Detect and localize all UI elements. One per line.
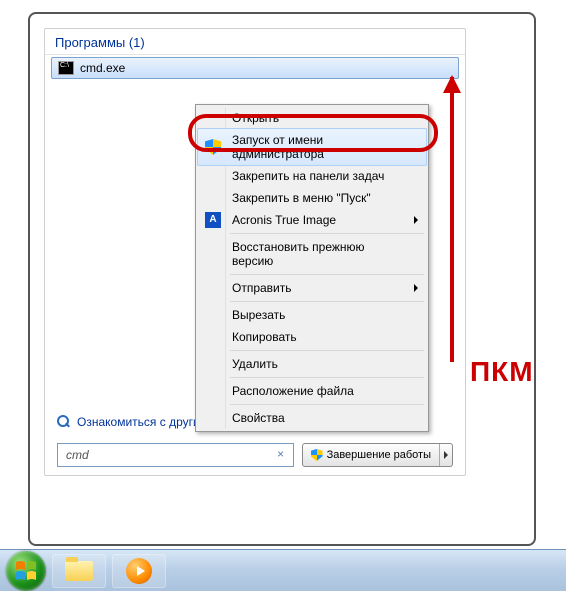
shield-icon	[311, 449, 323, 461]
cm-open[interactable]: Открыть	[198, 107, 426, 129]
annotation-label: ПКМ	[470, 356, 534, 388]
shutdown-button[interactable]: Завершение работы	[302, 443, 453, 467]
cmd-icon	[58, 61, 74, 75]
result-cmd-exe[interactable]: cmd.exe	[51, 57, 459, 79]
cm-separator	[230, 350, 424, 351]
annotation-arrow	[450, 77, 454, 362]
cm-restore[interactable]: Восстановить прежнюю версию	[198, 236, 426, 272]
cm-cut[interactable]: Вырезать	[198, 304, 426, 326]
acronis-icon: A	[205, 212, 221, 228]
search-input[interactable]	[66, 448, 273, 462]
cm-acronis[interactable]: A Acronis True Image	[198, 209, 426, 231]
bottom-bar: × Завершение работы	[57, 443, 453, 467]
search-icon	[57, 415, 71, 429]
windows-logo-icon	[14, 559, 38, 583]
cm-separator	[230, 301, 424, 302]
media-player-icon	[126, 558, 152, 584]
context-menu: Открыть Запуск от имени администратора З…	[195, 104, 429, 432]
uac-shield-icon	[205, 139, 221, 155]
cm-separator	[230, 377, 424, 378]
result-label: cmd.exe	[80, 61, 125, 75]
clear-search-icon[interactable]: ×	[273, 447, 289, 463]
search-box[interactable]: ×	[57, 443, 294, 467]
folder-icon	[65, 561, 93, 581]
start-button[interactable]	[6, 551, 46, 591]
start-menu-window: Программы (1) cmd.exe Ознакомиться с дру…	[28, 12, 536, 546]
submenu-arrow-icon	[414, 284, 418, 292]
submenu-arrow-icon	[414, 216, 418, 224]
cm-separator	[230, 274, 424, 275]
cm-pin-start[interactable]: Закрепить в меню "Пуск"	[198, 187, 426, 209]
cm-delete[interactable]: Удалить	[198, 353, 426, 375]
taskbar-explorer[interactable]	[52, 554, 106, 588]
cm-pin-taskbar[interactable]: Закрепить на панели задач	[198, 165, 426, 187]
shutdown-label: Завершение работы	[327, 449, 431, 461]
section-header-programs: Программы (1)	[45, 29, 465, 55]
cm-copy[interactable]: Копировать	[198, 326, 426, 348]
shutdown-menu-arrow[interactable]	[439, 444, 452, 466]
cm-separator	[230, 404, 424, 405]
cm-separator	[230, 233, 424, 234]
cm-open-location[interactable]: Расположение файла	[198, 380, 426, 402]
cm-properties[interactable]: Свойства	[198, 407, 426, 429]
taskbar-media-player[interactable]	[112, 554, 166, 588]
cm-send-to[interactable]: Отправить	[198, 277, 426, 299]
chevron-right-icon	[444, 451, 448, 459]
cm-run-as-admin[interactable]: Запуск от имени администратора	[197, 128, 427, 166]
taskbar	[0, 549, 566, 591]
